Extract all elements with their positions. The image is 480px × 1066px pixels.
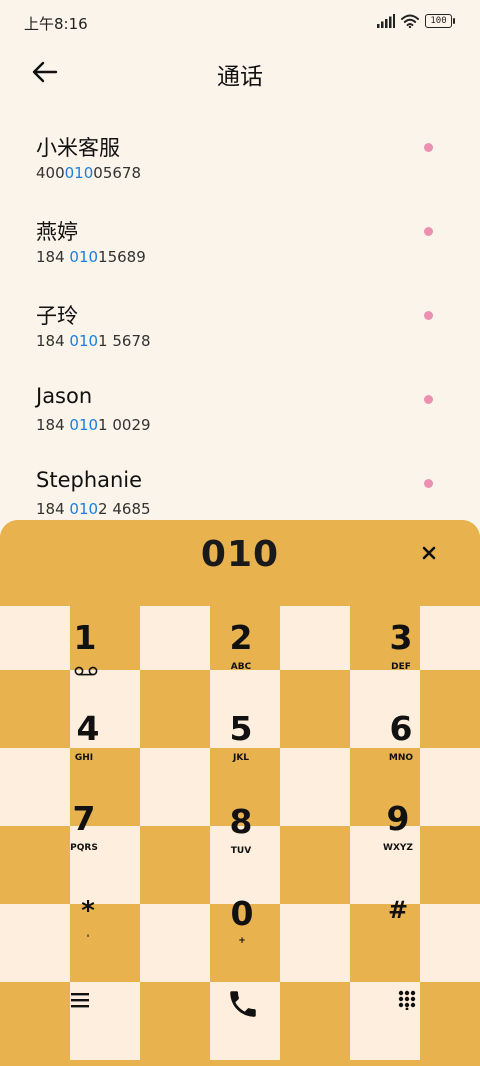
contact-number: 184 0101 5678 [36,332,151,350]
key-4[interactable]: 4 GHI [48,709,128,789]
status-icons: 100 [377,14,455,28]
key-star[interactable]: * ' [48,896,128,976]
key-digit: 5 [229,709,253,748]
keypad-cell [140,904,210,982]
key-letters: ABC [230,662,252,672]
wifi-icon [401,14,419,28]
phone-icon[interactable] [226,987,260,1021]
contact-item[interactable]: 小米客服 40001005678 [0,120,480,204]
contact-name: 小米客服 [36,136,120,160]
key-0[interactable]: 0 + [202,894,282,974]
key-digit: 0 [230,894,254,933]
contact-name: 燕婷 [36,220,78,244]
key-digit: * [81,896,95,926]
contact-number: 184 0101 0029 [36,416,151,434]
unread-dot [424,395,433,404]
key-letters: PQRS [70,843,98,853]
key-letters: TUV [230,846,252,856]
contact-item[interactable]: 子玲 184 0101 5678 [0,288,480,372]
key-digit: 2 [229,618,253,657]
dial-display: 010 [0,520,480,606]
key-digit: 8 [229,802,253,841]
keypad-cell [280,606,350,670]
keypad-cell [280,904,350,982]
key-letters: DEF [391,662,411,672]
key-letters: ' [86,934,90,944]
battery-icon: 100 [425,14,455,28]
key-digit: 1 [73,618,97,657]
key-letters: MNO [388,753,414,763]
key-letters: GHI [74,753,94,763]
key-digit: 7 [72,799,96,838]
voicemail-icon [74,666,98,676]
key-letters: + [238,936,246,946]
key-8[interactable]: 8 TUV [201,802,281,882]
key-digit: 9 [386,799,410,838]
keypad-cell [140,606,210,670]
contact-name: Jason [36,384,93,408]
contact-list: 小米客服 40001005678 燕婷 184 01015689 子玲 184 … [0,120,480,540]
contact-number: 40001005678 [36,164,141,182]
key-digit: 6 [389,709,413,748]
unread-dot [424,227,433,236]
page-title: 通话 [217,64,263,90]
key-digit: 4 [76,709,100,748]
key-letters: WXYZ [383,843,413,853]
unread-dot [424,479,433,488]
contact-name: 子玲 [36,304,78,328]
key-5[interactable]: 5 JKL [201,709,281,789]
signal-icon [377,14,395,28]
keypad-cell [280,748,350,826]
keypad-icon[interactable] [398,990,416,1010]
unread-dot [424,143,433,152]
status-bar: 上午8:16 100 [0,0,480,44]
key-3[interactable]: 3 DEF [361,618,441,698]
key-2[interactable]: 2 ABC [201,618,281,698]
status-time: 上午8:16 [24,15,88,33]
contact-number: 184 0102 4685 [36,500,151,518]
keypad-cell [140,748,210,826]
key-9[interactable]: 9 WXYZ [358,799,438,879]
key-letters: JKL [232,753,250,763]
menu-icon[interactable] [71,992,89,1008]
key-6[interactable]: 6 MNO [361,709,441,789]
keypad: 1 2 ABC 3 DEF 4 GHI 5 JKL 6 MNO 7 PQRS 8… [0,606,480,1066]
key-1[interactable]: 1 [45,618,125,698]
key-hash[interactable]: # [358,896,438,976]
key-digit: # [387,896,409,924]
contact-item[interactable]: Jason 184 0101 0029 [0,372,480,456]
key-7[interactable]: 7 PQRS [44,799,124,879]
contact-number: 184 01015689 [36,248,146,266]
dialed-number: 010 [200,534,280,575]
key-digit: 3 [389,618,413,657]
contact-name: Stephanie [36,468,143,492]
dial-panel: 010 1 2 ABC 3 DEF 4 GHI 5 JKL 6 MNO 7 PQ… [0,520,480,1066]
close-icon[interactable] [418,542,440,564]
contact-item[interactable]: 燕婷 184 01015689 [0,204,480,288]
unread-dot [424,311,433,320]
